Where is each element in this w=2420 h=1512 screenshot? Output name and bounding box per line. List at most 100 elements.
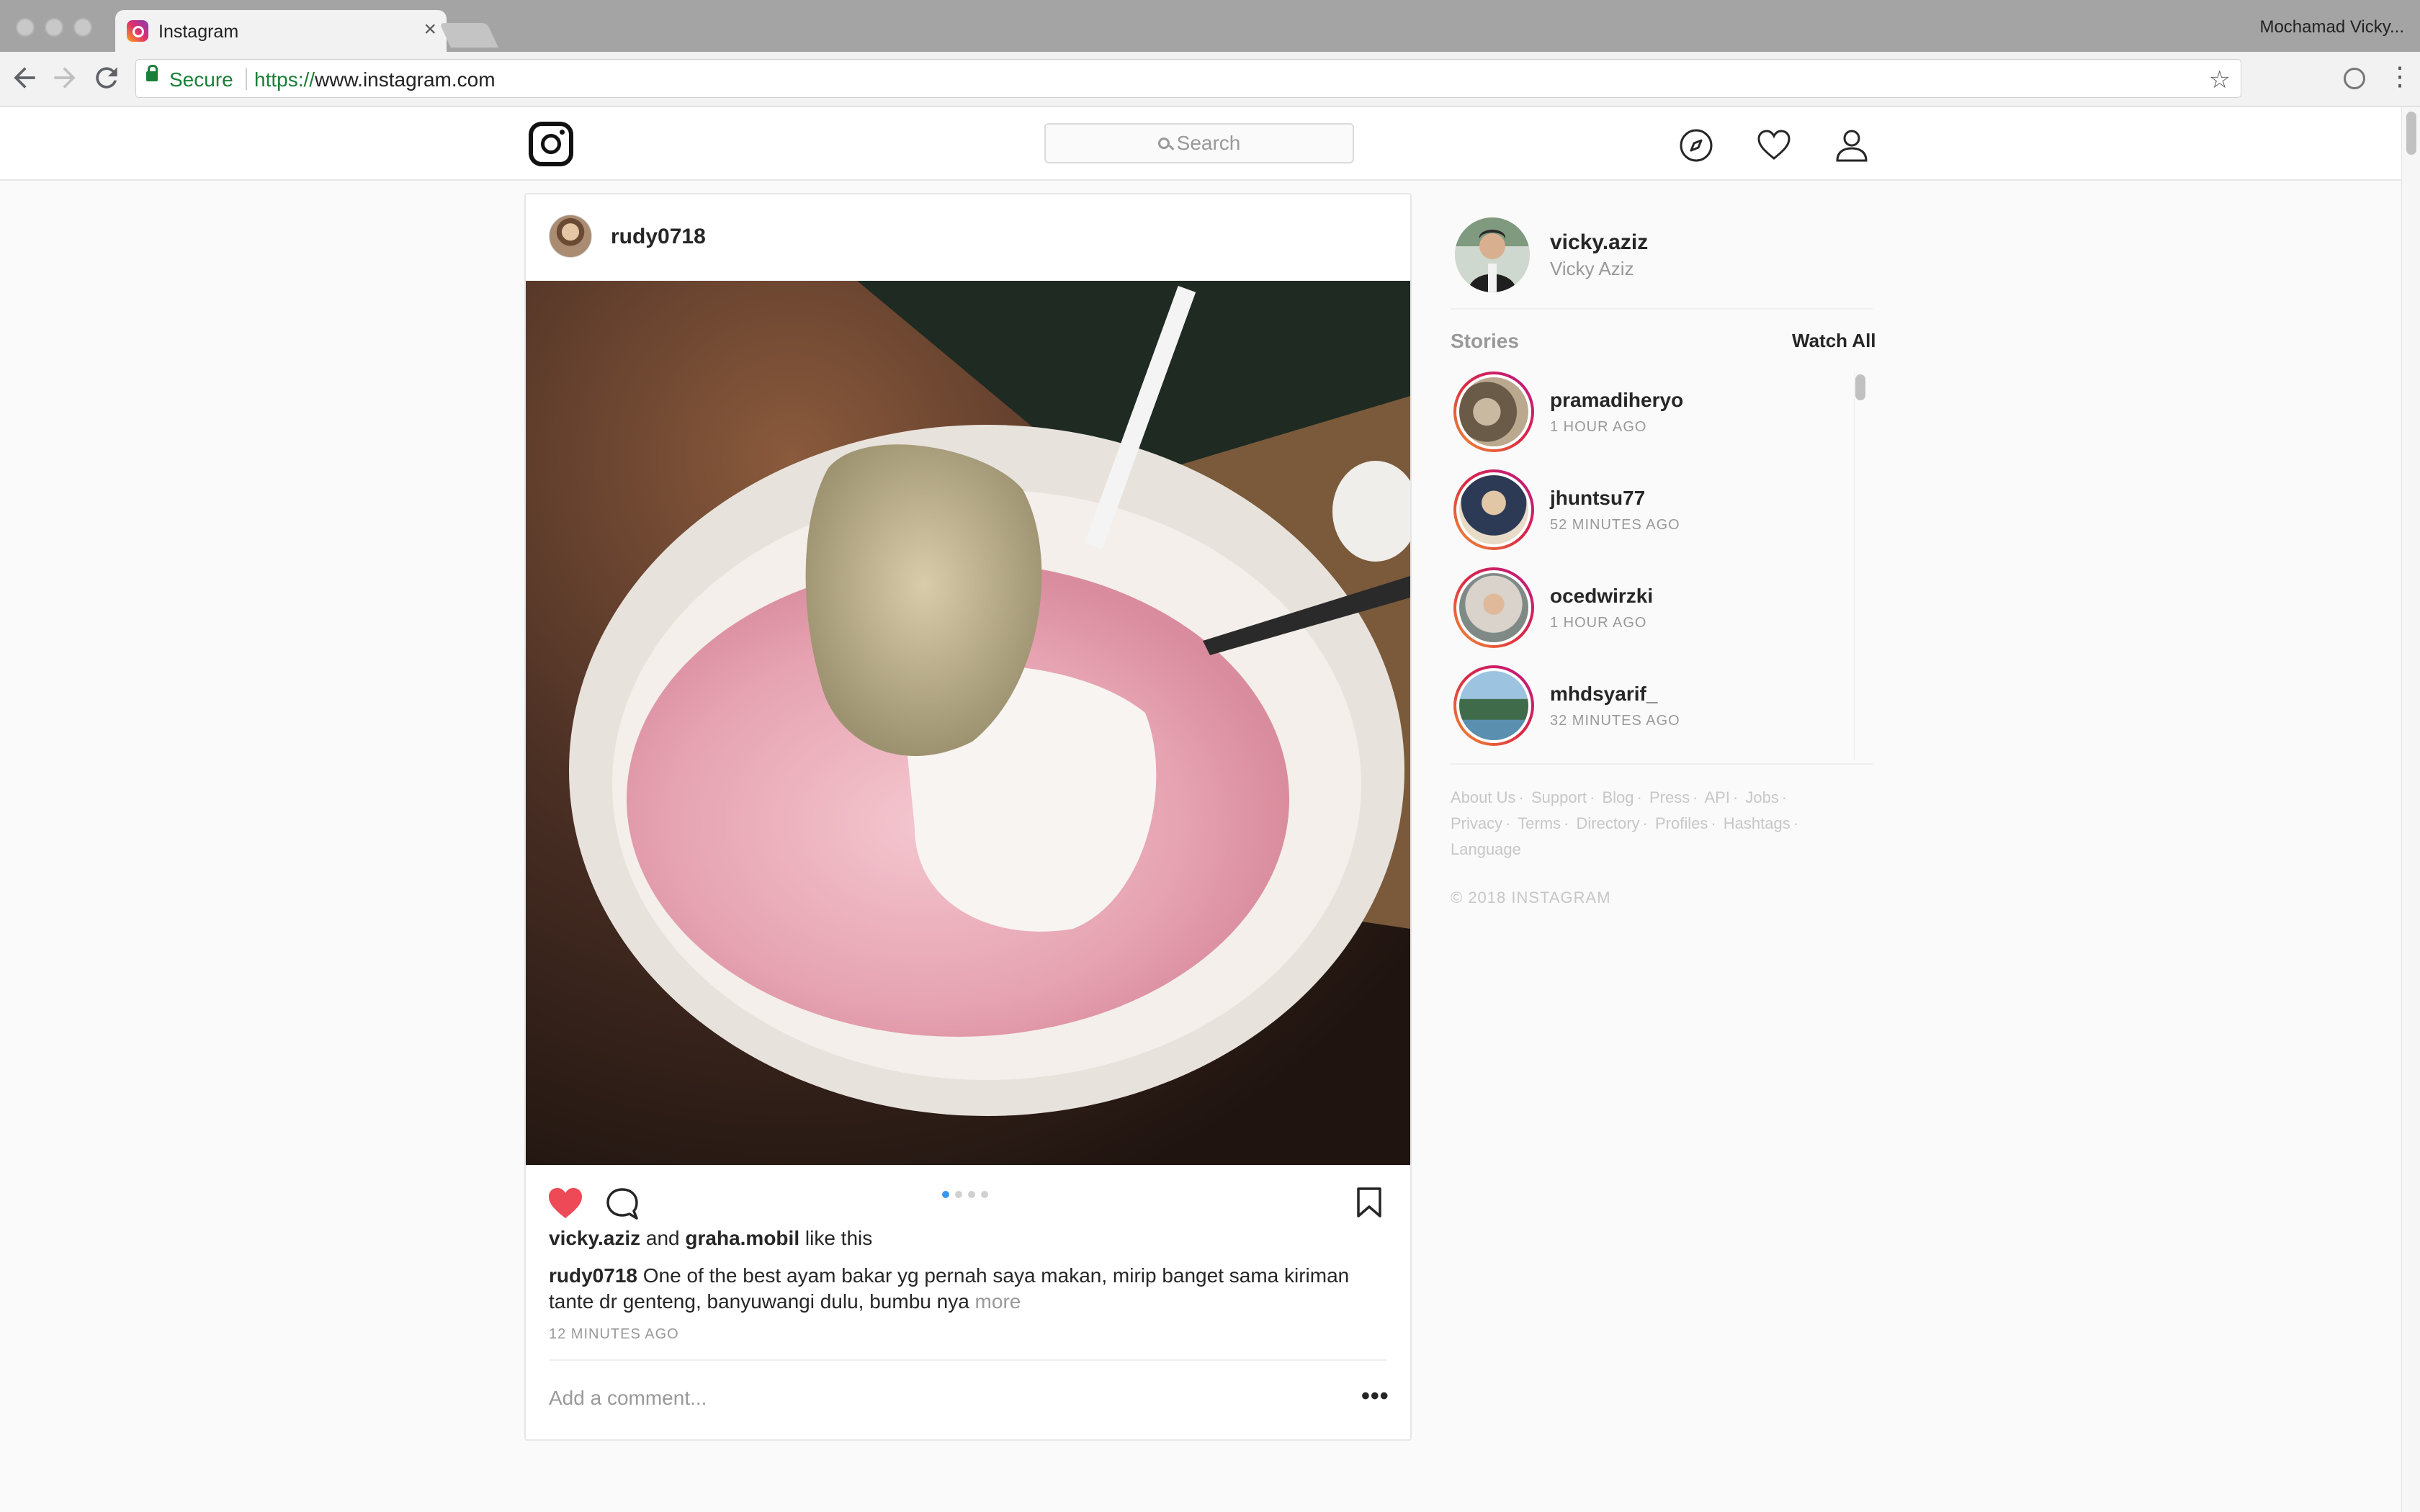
story-username: jhuntsu77 xyxy=(1550,487,1646,509)
browser-tab-bar: Instagram × Mochamad Vicky... xyxy=(0,0,2420,52)
story-avatar xyxy=(1459,573,1528,642)
story-ring xyxy=(1453,372,1534,452)
page-scrollbar-thumb[interactable] xyxy=(2406,112,2416,155)
story-ring xyxy=(1453,665,1534,746)
address-bar[interactable]: Secure https://www.instagram.com ☆ xyxy=(135,59,2241,98)
search-placeholder: Search xyxy=(1176,132,1241,154)
footer-link-terms[interactable]: Terms xyxy=(1518,814,1561,832)
browser-toolbar: Secure https://www.instagram.com ☆ ⋮ xyxy=(0,52,2420,107)
profile-person-icon[interactable] xyxy=(1834,127,1870,163)
tab-close-icon[interactable]: × xyxy=(424,17,436,42)
window-close-button[interactable] xyxy=(16,18,35,37)
liker-username[interactable]: graha.mobil xyxy=(685,1227,799,1249)
story-item[interactable]: mhdsyarif_ 32 MINUTES AGO xyxy=(1451,660,1839,746)
story-username: pramadiheryo xyxy=(1550,389,1684,411)
carousel-dot[interactable] xyxy=(981,1191,988,1198)
footer-link-press[interactable]: Press xyxy=(1649,788,1690,806)
footer-link-directory[interactable]: Directory xyxy=(1577,814,1640,832)
heart-activity-icon[interactable] xyxy=(1756,127,1792,163)
story-username: ocedwirzki xyxy=(1550,585,1654,607)
liker-username[interactable]: vicky.aziz xyxy=(549,1227,640,1249)
story-username: mhdsyarif_ xyxy=(1550,683,1658,705)
new-tab-button[interactable] xyxy=(439,23,498,48)
carousel-dot[interactable] xyxy=(955,1191,962,1198)
caption-text: One of the best ayam bakar yg pernah say… xyxy=(549,1264,1350,1313)
stories-heading: Stories xyxy=(1451,330,1519,352)
search-input[interactable]: Search xyxy=(1044,123,1354,163)
instagram-favicon-icon xyxy=(127,20,148,42)
post-photo[interactable] xyxy=(526,281,1410,1165)
like-heart-icon[interactable] xyxy=(547,1187,583,1220)
post-timestamp[interactable]: 12 MINUTES AGO xyxy=(549,1326,679,1343)
current-user-avatar[interactable] xyxy=(1455,217,1530,292)
stories-scrollbar[interactable] xyxy=(1854,372,1867,760)
search-icon xyxy=(1157,138,1170,149)
likes-conjunction: and xyxy=(645,1227,680,1249)
post-author-username[interactable]: rudy0718 xyxy=(611,225,706,249)
forward-arrow-icon[interactable] xyxy=(49,62,81,94)
post-photo-illustration xyxy=(526,281,1410,1165)
story-avatar xyxy=(1459,377,1528,446)
more-options-icon[interactable]: ••• xyxy=(1361,1382,1389,1410)
menu-dots-icon[interactable]: ⋮ xyxy=(2387,63,2413,89)
lock-icon xyxy=(146,65,158,81)
story-avatar xyxy=(1459,671,1528,740)
browser-profile-name[interactable]: Mochamad Vicky... xyxy=(2259,17,2404,37)
post-actions-row xyxy=(526,1174,1410,1227)
window-minimize-button[interactable] xyxy=(45,18,63,37)
bookmark-save-icon[interactable] xyxy=(1355,1187,1383,1218)
story-time: 1 HOUR AGO xyxy=(1550,615,1647,631)
post-author-avatar[interactable] xyxy=(549,215,592,258)
story-item[interactable]: ocedwirzki 1 HOUR AGO xyxy=(1451,562,1839,648)
carousel-indicator xyxy=(942,1191,988,1198)
footer-link-jobs[interactable]: Jobs xyxy=(1745,788,1778,806)
story-item[interactable]: pramadiheryo 1 HOUR AGO xyxy=(1451,366,1839,452)
footer-link-profiles[interactable]: Profiles xyxy=(1655,814,1708,832)
carousel-dot[interactable] xyxy=(968,1191,975,1198)
footer-link-blog[interactable]: Blog xyxy=(1602,788,1634,806)
url-text[interactable]: https://www.instagram.com xyxy=(254,68,496,91)
story-time: 52 MINUTES AGO xyxy=(1550,517,1680,533)
add-comment-input[interactable] xyxy=(549,1384,1312,1413)
footer-links: About Us · Support · Blog · Press · API · Job… xyxy=(1451,788,1799,858)
carousel-dot-active[interactable] xyxy=(942,1191,949,1198)
star-icon[interactable]: ☆ xyxy=(2209,66,2231,94)
stories-list: pramadiheryo 1 HOUR AGO jhuntsu77 52 MIN… xyxy=(1451,366,1873,765)
browser-tab-instagram[interactable]: Instagram × xyxy=(115,10,447,52)
footer-link-privacy[interactable]: Privacy xyxy=(1451,814,1502,832)
story-ring xyxy=(1453,469,1534,550)
caption-username[interactable]: rudy0718 xyxy=(549,1264,637,1287)
back-arrow-icon[interactable] xyxy=(9,62,40,94)
story-time: 1 HOUR AGO xyxy=(1550,419,1647,435)
instagram-header: Search xyxy=(0,107,2401,181)
footer-link-about[interactable]: About Us xyxy=(1451,788,1516,806)
story-ring xyxy=(1453,567,1534,648)
footer-link-language[interactable]: Language xyxy=(1451,840,1521,858)
watch-all-button[interactable]: Watch All xyxy=(1792,330,1876,352)
sidebar-divider xyxy=(1451,308,1873,310)
window-maximize-button[interactable] xyxy=(73,18,92,37)
stories-scrollbar-thumb[interactable] xyxy=(1855,374,1865,400)
footer-link-api[interactable]: API xyxy=(1704,788,1729,806)
current-user-fullname: Vicky Aziz xyxy=(1550,258,1634,279)
post-divider xyxy=(549,1359,1387,1361)
page-scrollbar[interactable] xyxy=(2401,107,2420,1512)
extension-icon[interactable] xyxy=(2344,68,2365,89)
footer-link-support[interactable]: Support xyxy=(1531,788,1587,806)
copyright-text: © 2018 INSTAGRAM xyxy=(1451,888,1611,906)
instagram-logo-icon[interactable] xyxy=(529,122,573,166)
story-item[interactable]: jhuntsu77 52 MINUTES AGO xyxy=(1451,464,1839,550)
explore-compass-icon[interactable] xyxy=(1678,127,1714,163)
url-scheme: https:// xyxy=(254,68,315,91)
caption-more-link[interactable]: more xyxy=(975,1290,1021,1313)
omnibox-separator xyxy=(246,68,247,90)
reload-icon[interactable] xyxy=(91,62,122,94)
footer-link-hashtags[interactable]: Hashtags xyxy=(1724,814,1791,832)
current-user-username[interactable]: vicky.aziz xyxy=(1550,230,1648,255)
story-avatar xyxy=(1459,475,1528,544)
comment-bubble-icon[interactable] xyxy=(605,1187,640,1221)
story-time: 32 MINUTES AGO xyxy=(1550,713,1680,729)
tab-title: Instagram xyxy=(158,22,239,42)
post-caption: rudy0718 One of the best ayam bakar yg p… xyxy=(549,1263,1392,1315)
current-user-avatar-illustration xyxy=(1455,217,1530,292)
